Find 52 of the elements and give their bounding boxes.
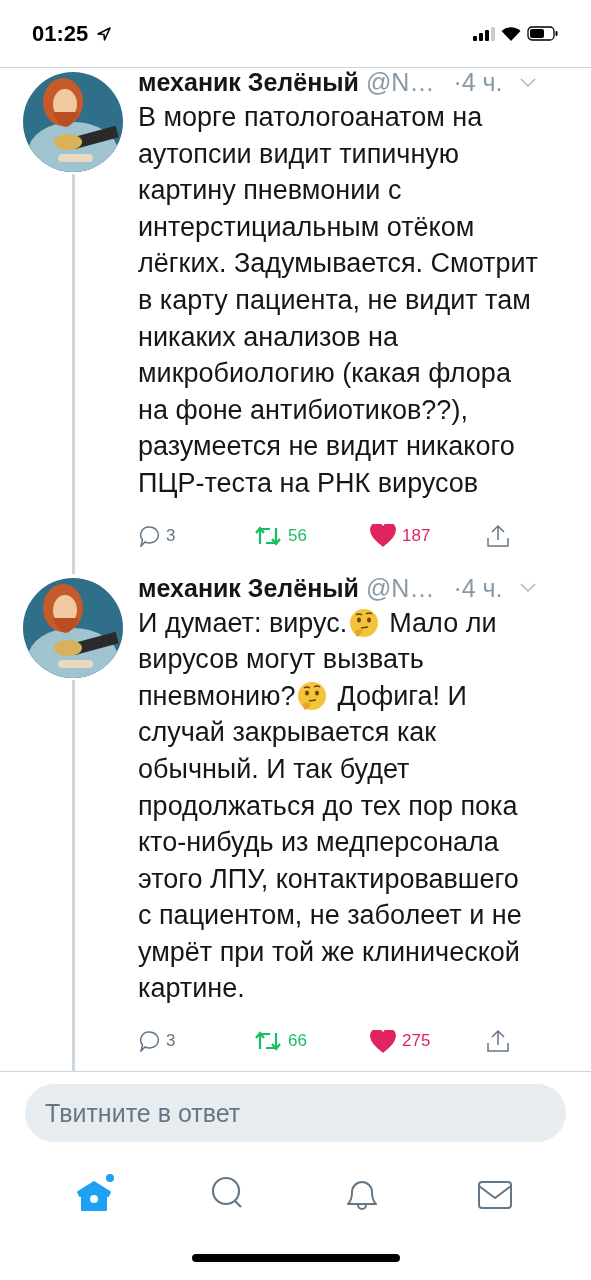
like-count: 275 — [402, 1031, 431, 1052]
thinking-face-icon — [349, 607, 380, 638]
tweet-text: лёгких. Задумывается. Смотрит — [138, 247, 538, 281]
reply-icon[interactable] — [138, 524, 160, 547]
tweet-text: И думает: вирус. — [138, 606, 348, 640]
tweet-text: этого ЛПУ, контактировавшего — [138, 862, 519, 896]
like-count: 187 — [402, 525, 431, 546]
tweet-text: вирусов могут вызвать — [138, 643, 424, 677]
tweet-text: продолжаться до тех пор пока — [138, 789, 518, 823]
reply-count: 3 — [166, 1031, 176, 1052]
author-name[interactable]: механик Зелёный — [138, 573, 359, 603]
tweet-text: с пациентом, не заболеет и не — [138, 899, 522, 933]
reply-field[interactable]: Твитните в ответ — [25, 1084, 566, 1142]
tweet-text: в карту пациента, не видит там — [138, 283, 531, 317]
thinking-face-icon — [297, 681, 328, 711]
tweet-text: В морге патологоанатом на — [138, 101, 483, 134]
status-time: 01:25 — [32, 20, 89, 47]
author-name[interactable]: механик Зелёный — [138, 68, 359, 97]
tweet-text: аутопсии видит типичную — [138, 137, 460, 171]
battery-icon — [527, 26, 559, 41]
retweet-icon[interactable] — [254, 1030, 282, 1053]
author-handle: @N… — [366, 68, 435, 97]
tweet-time: ·4 ч. — [453, 68, 503, 97]
tweet-text: Мало ли — [389, 606, 497, 640]
tweet-text: картину пневмонии с — [138, 174, 402, 208]
tweet-text: на фоне антибиотиков??), — [138, 393, 468, 427]
tweet-text: умрёт при той же клинической — [138, 935, 520, 969]
tweet-text: никаких анализов на — [138, 320, 398, 354]
retweet-count: 66 — [288, 1031, 307, 1052]
tweet-text: Дофига! И — [337, 679, 468, 713]
signal-icon — [473, 26, 495, 41]
author-handle: @N… — [366, 573, 435, 603]
share-icon[interactable] — [486, 1029, 510, 1054]
tweet-text: случай закрывается как — [138, 716, 437, 750]
wifi-icon — [501, 26, 521, 41]
tweet-text: разумеется не видит никакого — [138, 430, 515, 464]
heart-icon[interactable] — [370, 1029, 396, 1053]
tweet-text: картине. — [138, 972, 245, 1006]
reply-icon[interactable] — [138, 1030, 160, 1053]
tweet-text: пневмонию? — [138, 679, 296, 713]
tweet-text: микробиологию (какая флора — [138, 357, 511, 391]
tweet-text: интерстициальным отёком — [138, 210, 475, 244]
tweet-text: кто-нибудь из медперсонала — [138, 826, 499, 860]
retweet-icon[interactable] — [254, 524, 282, 547]
tweet-time: ·4 ч. — [453, 573, 503, 603]
reply-count: 3 — [166, 525, 176, 546]
tweet-text: ПЦР-теста на РНК вирусов — [138, 466, 479, 500]
retweet-count: 56 — [288, 525, 307, 546]
heart-icon[interactable] — [370, 524, 396, 548]
tweet-text: обычный. И так будет — [138, 752, 410, 786]
location-arrow-icon — [96, 25, 113, 42]
share-icon[interactable] — [486, 523, 510, 548]
